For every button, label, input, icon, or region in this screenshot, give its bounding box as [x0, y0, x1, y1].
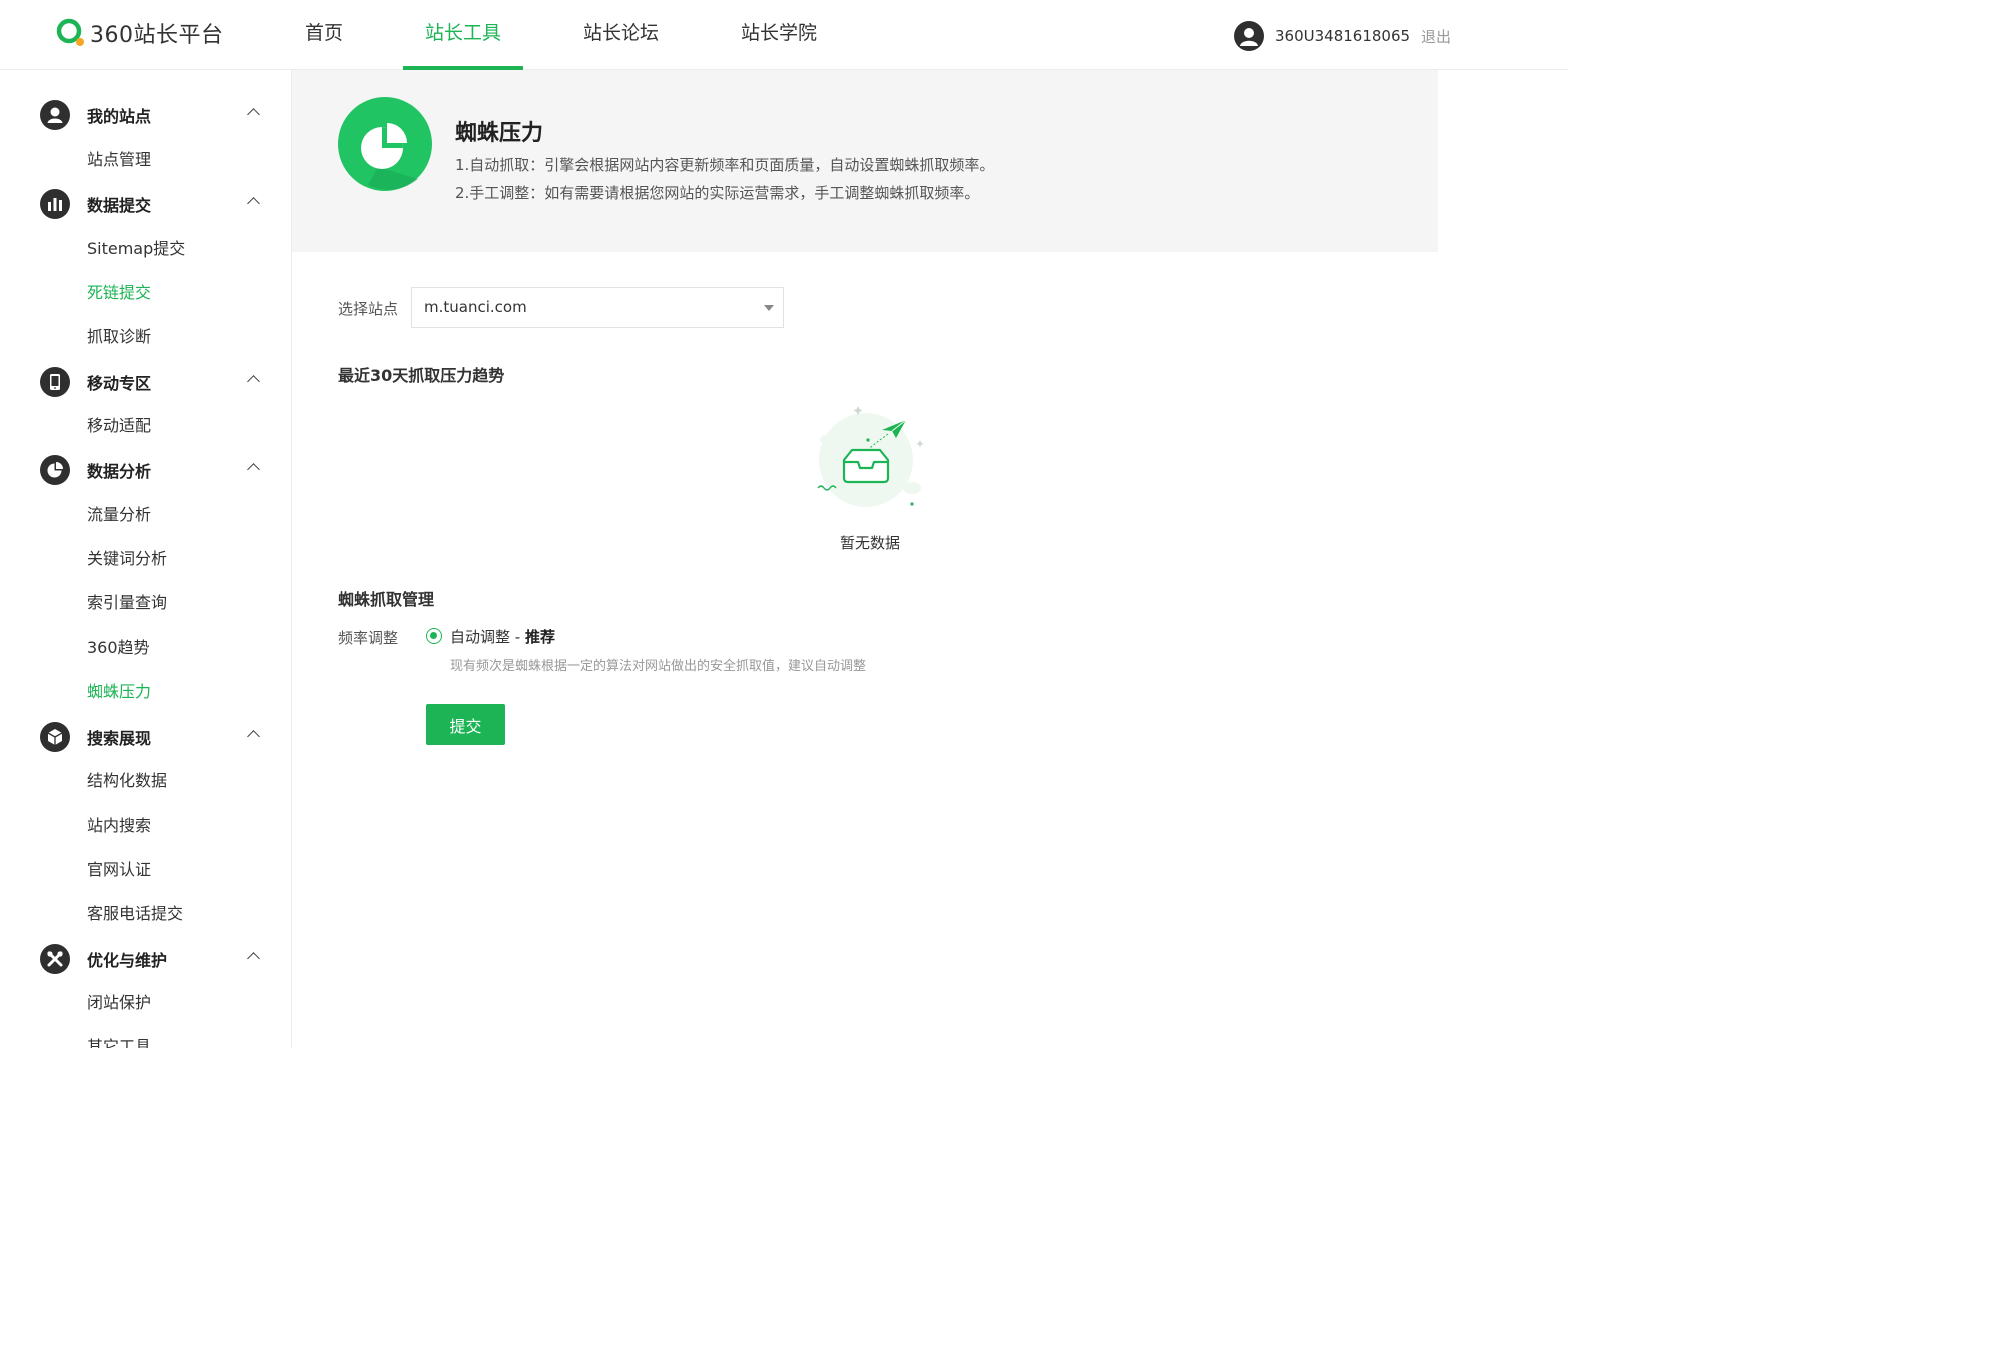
sidebar-group-my-sites[interactable]: 我的站点 [40, 99, 260, 131]
site-select[interactable]: m.tuanci.com [411, 287, 784, 328]
sidebar-item-site-closure[interactable]: 闭站保护 [87, 991, 151, 1015]
sidebar-item-traffic[interactable]: 流量分析 [87, 503, 151, 527]
nav-webmaster-tools[interactable]: 站长工具 [403, 0, 524, 70]
top-header: 360站长平台 首页 站长工具 站长论坛 站长学院 360U3481618065… [0, 0, 1568, 70]
sidebar-item-mobile-adapt[interactable]: 移动适配 [87, 414, 151, 438]
chevron-up-icon [247, 375, 260, 388]
sidebar-group-data-submit[interactable]: 数据提交 [40, 188, 260, 220]
sidebar: 我的站点 站点管理 数据提交 Sitemap提交 死链提交 抓取诊断 移动专区 … [0, 70, 292, 1048]
page-title: 蜘蛛压力 [455, 121, 544, 146]
recommend-text: 推荐 [524, 628, 555, 646]
nav-forum[interactable]: 站长论坛 [561, 0, 681, 70]
empty-state-text: 暂无数据 [840, 534, 901, 552]
sidebar-group-analytics[interactable]: 数据分析 [40, 454, 260, 486]
sidebar-item-360-trend[interactable]: 360趋势 [87, 636, 150, 660]
logo-text: 360站长平台 [90, 23, 224, 48]
sidebar-item-index[interactable]: 索引量查询 [87, 591, 167, 615]
mobile-icon [40, 367, 70, 397]
sidebar-item-structured-data[interactable]: 结构化数据 [87, 769, 167, 793]
sidebar-item-sitemap[interactable]: Sitemap提交 [87, 237, 185, 261]
site-select-value: m.tuanci.com [424, 298, 527, 316]
nav-home[interactable]: 首页 [283, 0, 365, 70]
sidebar-group-label: 数据分析 [87, 462, 152, 481]
sidebar-group-label: 我的站点 [87, 107, 152, 126]
submit-button[interactable]: 提交 [426, 704, 505, 745]
avatar[interactable] [1234, 21, 1264, 51]
cube-icon [40, 722, 70, 752]
sidebar-item-crawl-diagnose[interactable]: 抓取诊断 [87, 325, 151, 349]
auto-adjust-hint: 现有频次是蜘蛛根据一定的算法对网站做出的安全抓取值，建议自动调整 [450, 659, 867, 674]
sidebar-item-spider-pressure[interactable]: 蜘蛛压力 [87, 680, 151, 704]
chevron-up-icon [247, 730, 260, 743]
sidebar-group-optimize[interactable]: 优化与维护 [40, 943, 260, 975]
freq-label: 频率调整 [338, 629, 399, 647]
user-icon [40, 100, 70, 130]
logo[interactable]: 360站长平台 [56, 18, 224, 48]
banner-desc-2: 2.手工调整：如有需要请根据您网站的实际运营需求，手工调整蜘蛛抓取频率。 [455, 184, 980, 202]
user-info: 360U3481618065 退出 [1234, 20, 1451, 52]
feature-banner: 蜘蛛压力 1.自动抓取：引擎会根据网站内容更新频率和页面质量，自动设置蜘蛛抓取频… [292, 70, 1438, 252]
auto-adjust-label[interactable]: 自动调整 - 推荐 [450, 626, 555, 647]
auto-adjust-radio[interactable] [426, 628, 442, 644]
username[interactable]: 360U3481618065 [1275, 27, 1410, 45]
main-nav: 首页 站长工具 站长论坛 站长学院 [283, 0, 877, 70]
chevron-up-icon [247, 952, 260, 965]
sidebar-group-label: 数据提交 [87, 196, 152, 215]
sidebar-item-service-phone[interactable]: 客服电话提交 [87, 902, 183, 926]
pie-chart-icon [40, 455, 70, 485]
empty-inbox-icon [808, 400, 932, 516]
sidebar-item-site-manage[interactable]: 站点管理 [87, 148, 151, 172]
tools-icon [40, 944, 70, 974]
auto-adjust-text: 自动调整 - [450, 628, 525, 646]
sidebar-group-label: 搜索展现 [87, 729, 152, 748]
logo-icon [56, 18, 86, 48]
manage-title: 蜘蛛抓取管理 [338, 590, 435, 609]
banner-desc-1: 1.自动抓取：引擎会根据网站内容更新频率和页面质量，自动设置蜘蛛抓取频率。 [455, 156, 995, 174]
sidebar-group-label: 移动专区 [87, 374, 152, 393]
pie-chart-icon [338, 97, 432, 191]
logout-link[interactable]: 退出 [1421, 26, 1451, 47]
sidebar-item-official-cert[interactable]: 官网认证 [87, 858, 151, 882]
bar-chart-icon [40, 189, 70, 219]
chevron-up-icon [247, 108, 260, 121]
trend-title: 最近30天抓取压力趋势 [338, 366, 505, 385]
sidebar-group-label: 优化与维护 [87, 951, 168, 970]
sidebar-group-mobile[interactable]: 移动专区 [40, 366, 260, 398]
chevron-up-icon [247, 197, 260, 210]
caret-down-icon [764, 305, 774, 311]
sidebar-item-other-tools[interactable]: 其它工具 [87, 1035, 151, 1048]
sidebar-item-site-search[interactable]: 站内搜索 [87, 814, 151, 838]
chevron-up-icon [247, 463, 260, 476]
nav-academy[interactable]: 站长学院 [719, 0, 839, 70]
sidebar-group-search-display[interactable]: 搜索展现 [40, 721, 260, 753]
sidebar-item-deadlink[interactable]: 死链提交 [87, 281, 151, 305]
site-select-label: 选择站点 [338, 300, 399, 318]
sidebar-item-keywords[interactable]: 关键词分析 [87, 547, 167, 571]
